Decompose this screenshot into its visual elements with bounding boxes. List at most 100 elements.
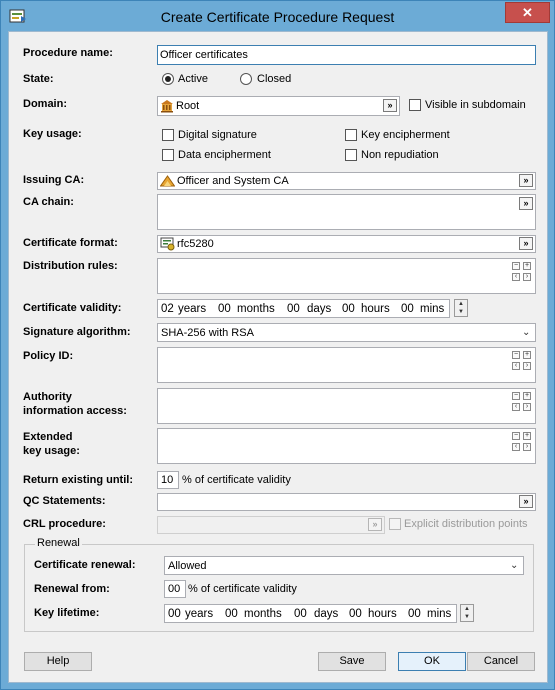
certificate-renewal-label: Certificate renewal: xyxy=(34,559,136,571)
validity-hours-value[interactable]: 00 xyxy=(342,303,355,315)
return-existing-label: Return existing until: xyxy=(23,474,133,486)
visible-in-subdomain-checkbox[interactable] xyxy=(409,99,421,111)
issuing-ca-field: Officer and System CA » xyxy=(157,172,536,190)
validity-mins-unit: mins xyxy=(420,303,445,315)
renewal-from-input[interactable]: 00 xyxy=(164,580,186,598)
key-encipherment-label[interactable]: Key encipherment xyxy=(361,129,450,141)
policy-id-left-icon[interactable]: ‹ xyxy=(512,362,520,370)
procedure-name-value: Officer certificates xyxy=(160,49,248,61)
extended-key-usage-right-icon[interactable]: › xyxy=(523,443,531,451)
key-lifetime-spinner[interactable]: ▲ ▼ xyxy=(460,604,474,622)
validity-spinner[interactable]: ▲ ▼ xyxy=(454,299,468,317)
key-lifetime-hours-value[interactable]: 00 xyxy=(349,608,362,620)
validity-years-value[interactable]: 02 xyxy=(161,303,174,315)
cancel-button[interactable]: Cancel xyxy=(467,652,535,671)
authority-info-left-icon[interactable]: ‹ xyxy=(512,403,520,411)
distribution-rules-label: Distribution rules: xyxy=(23,260,118,272)
policy-id-add-icon[interactable]: + xyxy=(523,351,531,359)
certificate-format-label: Certificate format: xyxy=(23,237,118,249)
extended-key-usage-label-line2: key usage: xyxy=(23,445,80,457)
domain-label: Domain: xyxy=(23,98,67,110)
policy-id-right-icon[interactable]: › xyxy=(523,362,531,370)
explicit-distribution-points-checkbox xyxy=(389,518,401,530)
signature-algorithm-select[interactable]: SHA-256 with RSA ⌄ xyxy=(157,323,536,342)
domain-value: Root xyxy=(176,100,200,112)
crl-procedure-field: » xyxy=(157,516,385,534)
extended-key-usage-remove-icon[interactable]: − xyxy=(512,432,520,440)
state-active-label[interactable]: Active xyxy=(178,73,208,85)
key-lifetime-mins-unit: mins xyxy=(427,608,452,620)
state-closed-label[interactable]: Closed xyxy=(257,73,291,85)
return-existing-value: 10 xyxy=(161,474,174,486)
authority-info-right-icon[interactable]: › xyxy=(523,403,531,411)
ca-chain-browse-button[interactable]: » xyxy=(519,197,533,210)
key-lifetime-label: Key lifetime: xyxy=(34,607,100,619)
return-existing-suffix: % of certificate validity xyxy=(182,474,291,486)
certificate-renewal-select[interactable]: Allowed ⌄ xyxy=(164,556,524,575)
crl-procedure-browse-button: » xyxy=(368,518,382,531)
close-button[interactable]: ✕ xyxy=(505,2,550,23)
key-lifetime-hours-unit: hours xyxy=(368,608,397,620)
policy-id-label: Policy ID: xyxy=(23,350,74,362)
key-lifetime-months-value[interactable]: 00 xyxy=(225,608,238,620)
certificate-format-browse-button[interactable]: » xyxy=(519,237,533,250)
key-lifetime-field[interactable]: 00 years 00 months 00 days 00 hours 00 m… xyxy=(164,604,457,623)
certificate-renewal-value: Allowed xyxy=(168,560,207,572)
policy-id-remove-icon[interactable]: − xyxy=(512,351,520,359)
state-active-radio[interactable] xyxy=(162,73,174,85)
data-encipherment-label[interactable]: Data encipherment xyxy=(178,149,271,161)
chevron-down-icon[interactable]: ⌄ xyxy=(510,560,518,571)
renewal-group-title: Renewal xyxy=(35,537,82,549)
extended-key-usage-add-icon[interactable]: + xyxy=(523,432,531,440)
validity-years-unit: years xyxy=(178,303,207,315)
key-lifetime-years-value[interactable]: 00 xyxy=(168,608,181,620)
digital-signature-label[interactable]: Digital signature xyxy=(178,129,257,141)
certificate-format-value: rfc5280 xyxy=(177,238,214,250)
distribution-rules-add-icon[interactable]: + xyxy=(523,262,531,270)
visible-in-subdomain-label[interactable]: Visible in subdomain xyxy=(425,99,526,111)
certificate-format-field: rfc5280 » xyxy=(157,235,536,253)
validity-days-value[interactable]: 00 xyxy=(287,303,300,315)
authority-info-field: − + ‹ › xyxy=(157,388,536,424)
bank-building-icon xyxy=(161,100,173,113)
ok-button[interactable]: OK xyxy=(398,652,466,671)
validity-hours-unit: hours xyxy=(361,303,390,315)
extended-key-usage-left-icon[interactable]: ‹ xyxy=(512,443,520,451)
return-existing-input[interactable]: 10 xyxy=(157,471,179,489)
authority-info-remove-icon[interactable]: − xyxy=(512,392,520,400)
digital-signature-checkbox[interactable] xyxy=(162,129,174,141)
save-button[interactable]: Save xyxy=(318,652,386,671)
key-lifetime-mins-value[interactable]: 00 xyxy=(408,608,421,620)
ca-pyramid-icon xyxy=(160,175,175,187)
distribution-rules-right-icon[interactable]: › xyxy=(523,273,531,281)
non-repudiation-checkbox[interactable] xyxy=(345,149,357,161)
qc-statements-field: » xyxy=(157,493,536,511)
extended-key-usage-field: − + ‹ › xyxy=(157,428,536,464)
key-lifetime-months-unit: months xyxy=(244,608,282,620)
qc-statements-browse-button[interactable]: » xyxy=(519,495,533,508)
help-button[interactable]: Help xyxy=(24,652,92,671)
authority-info-label-line1: Authority xyxy=(23,391,72,403)
explicit-distribution-points-label: Explicit distribution points xyxy=(404,518,528,530)
validity-mins-value[interactable]: 00 xyxy=(401,303,414,315)
procedure-name-input[interactable]: Officer certificates xyxy=(157,45,536,65)
title-bar[interactable]: Create Certificate Procedure Request ✕ xyxy=(1,1,554,31)
ca-chain-label: CA chain: xyxy=(23,196,74,208)
key-usage-label: Key usage: xyxy=(23,128,82,140)
distribution-rules-remove-icon[interactable]: − xyxy=(512,262,520,270)
non-repudiation-label[interactable]: Non repudiation xyxy=(361,149,439,161)
chevron-down-icon[interactable]: ⌄ xyxy=(522,327,530,338)
key-lifetime-years-unit: years xyxy=(185,608,214,620)
authority-info-add-icon[interactable]: + xyxy=(523,392,531,400)
certificate-validity-field[interactable]: 02 years 00 months 00 days 00 hours 00 m… xyxy=(157,299,450,318)
key-lifetime-days-value[interactable]: 00 xyxy=(294,608,307,620)
state-label: State: xyxy=(23,73,54,85)
distribution-rules-left-icon[interactable]: ‹ xyxy=(512,273,520,281)
data-encipherment-checkbox[interactable] xyxy=(162,149,174,161)
key-encipherment-checkbox[interactable] xyxy=(345,129,357,141)
domain-browse-button[interactable]: » xyxy=(383,99,397,112)
domain-field: Root » xyxy=(157,96,400,116)
validity-months-value[interactable]: 00 xyxy=(218,303,231,315)
issuing-ca-browse-button[interactable]: » xyxy=(519,174,533,187)
state-closed-radio[interactable] xyxy=(240,73,252,85)
